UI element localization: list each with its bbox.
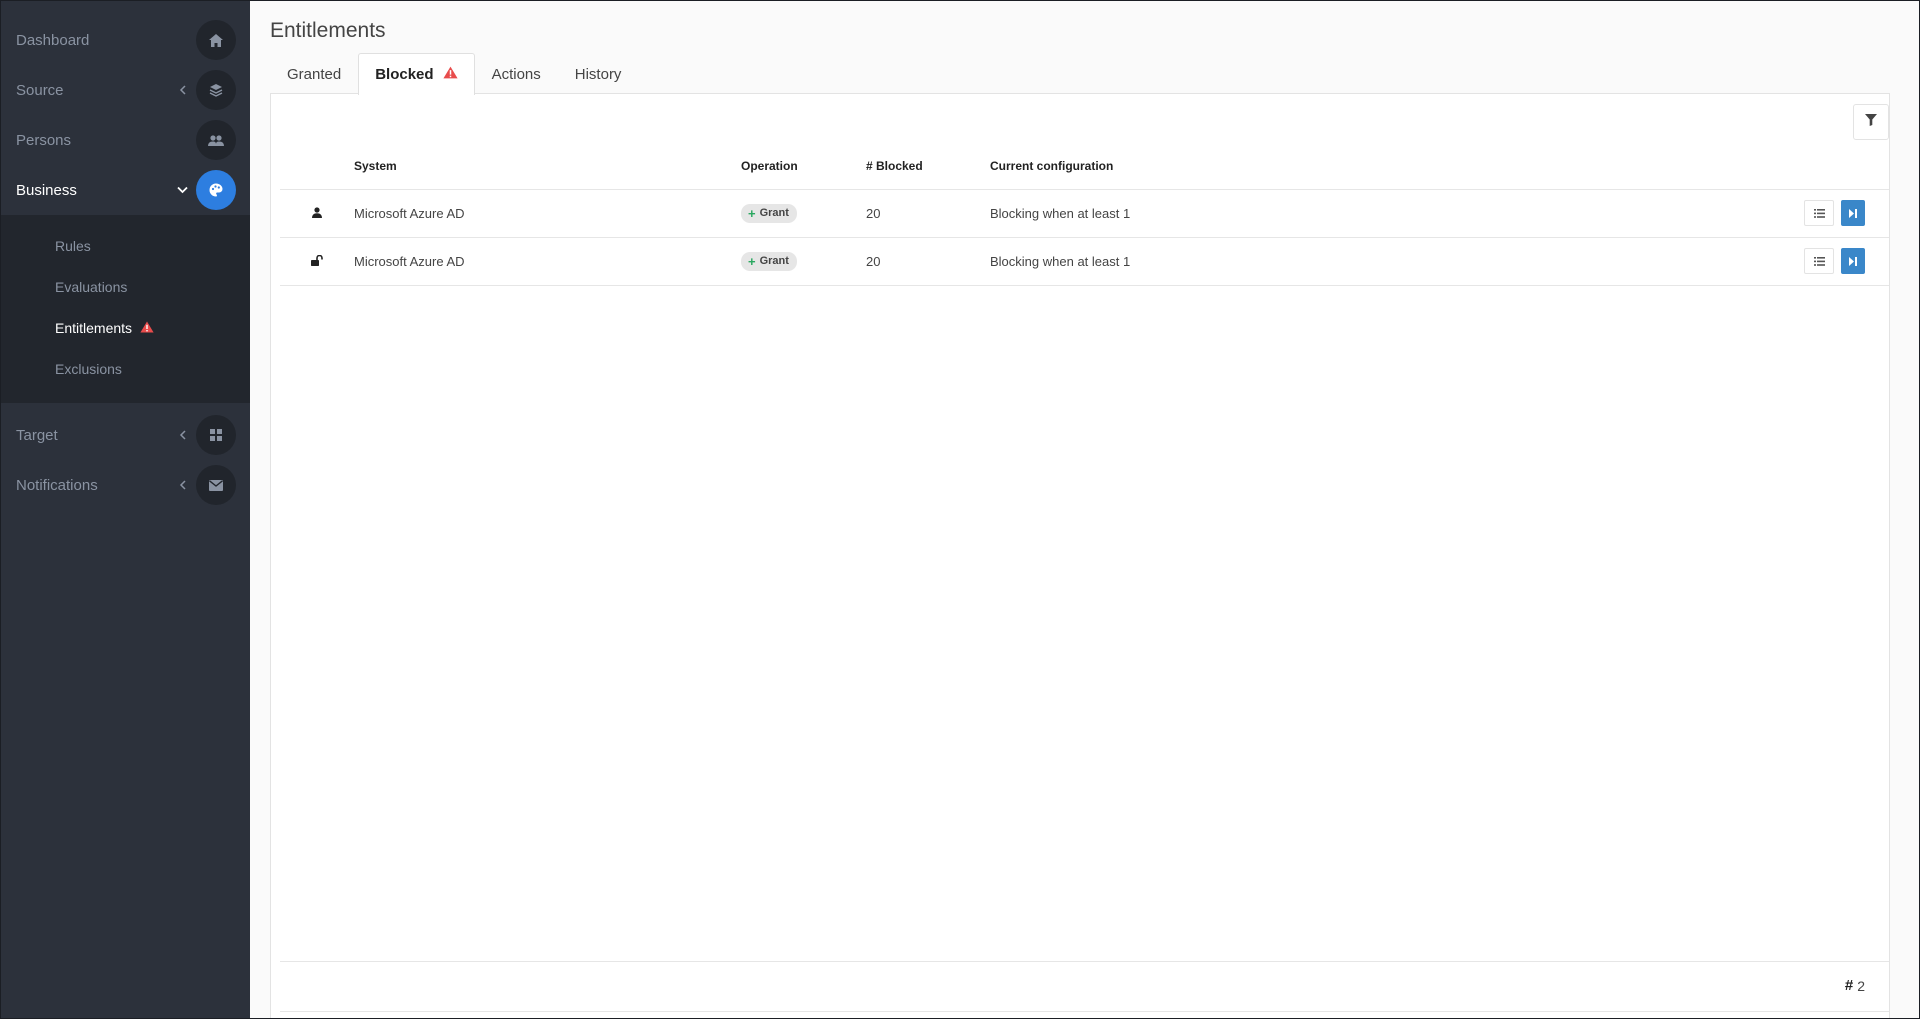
tab-actions[interactable]: Actions [475, 53, 558, 94]
tab-label: Blocked [375, 66, 434, 83]
sidebar-item-source[interactable]: Source [0, 65, 250, 115]
sidebar: Dashboard Source Persons Business Rules [0, 0, 250, 1019]
table-row: Microsoft Azure AD + Grant 20 Blocking w… [280, 237, 1889, 286]
blocked-table: System Operation # Blocked Current confi… [280, 144, 1889, 286]
chevron-left-icon [176, 84, 188, 96]
sidebar-subitem-rules[interactable]: Rules [0, 225, 250, 266]
step-forward-icon [1849, 254, 1857, 269]
sidebar-item-notifications[interactable]: Notifications [0, 460, 250, 510]
tab-bar: Granted Blocked Actions History [270, 53, 1890, 95]
blocked-count-cell: 20 [866, 237, 990, 286]
tab-granted[interactable]: Granted [270, 53, 358, 94]
sidebar-item-target[interactable]: Target [0, 410, 250, 460]
tab-blocked[interactable]: Blocked [358, 53, 475, 95]
badge-label: Grant [759, 207, 789, 219]
sidebar-subitem-evaluations[interactable]: Evaluations [0, 266, 250, 307]
system-cell: Microsoft Azure AD [354, 237, 741, 286]
warning-icon [140, 320, 154, 336]
tab-label: Actions [491, 65, 541, 83]
blocked-table-wrap: System Operation # Blocked Current confi… [280, 144, 1889, 286]
operation-cell: + Grant [741, 237, 866, 286]
table-header-row: System Operation # Blocked Current confi… [280, 144, 1889, 190]
header-config: Current configuration [990, 144, 1789, 190]
tab-label: History [574, 65, 622, 83]
main-content: Entitlements Granted Blocked Actions His… [251, 0, 1920, 1019]
row-count-value: 2 [1857, 977, 1865, 994]
sidebar-item-persons[interactable]: Persons [0, 115, 250, 165]
grid-icon [196, 415, 236, 455]
process-button[interactable] [1841, 248, 1865, 274]
envelope-icon [196, 465, 236, 505]
home-icon [196, 20, 236, 60]
page-title: Entitlements [270, 19, 386, 42]
details-button[interactable] [1804, 200, 1834, 226]
sidebar-subitem-exclusions[interactable]: Exclusions [0, 348, 250, 389]
row-count: # 2 [1845, 977, 1865, 994]
palette-icon [196, 170, 236, 210]
sidebar-subitem-label: Exclusions [55, 360, 122, 377]
header-blocked: # Blocked [866, 144, 990, 190]
config-cell: Blocking when at least 1 [990, 189, 1789, 238]
warning-icon [442, 66, 458, 83]
header-icon [280, 144, 354, 190]
business-submenu: Rules Evaluations Entitlements Exclusion… [0, 215, 250, 403]
users-icon [196, 120, 236, 160]
hash-icon: # [1844, 977, 1854, 994]
sidebar-subitem-label: Rules [55, 237, 91, 254]
user-icon [312, 206, 322, 221]
step-forward-icon [1849, 206, 1857, 221]
plus-icon: + [748, 205, 756, 221]
sidebar-subitem-entitlements[interactable]: Entitlements [0, 307, 250, 348]
tab-history[interactable]: History [558, 53, 639, 94]
sidebar-subitem-label: Evaluations [55, 278, 128, 295]
chevron-left-icon [176, 479, 188, 491]
badge-label: Grant [759, 255, 789, 267]
sidebar-item-business[interactable]: Business [0, 165, 250, 215]
footer-divider [280, 961, 1889, 962]
bottom-divider [280, 1011, 1889, 1012]
list-icon [1813, 254, 1825, 269]
operation-cell: + Grant [741, 189, 866, 238]
filter-icon [1865, 113, 1877, 131]
actions-cell [1789, 189, 1889, 238]
layers-icon [196, 70, 236, 110]
details-button[interactable] [1804, 248, 1834, 274]
blocked-count-cell: 20 [866, 189, 990, 238]
chevron-left-icon [176, 429, 188, 441]
grant-badge: + Grant [741, 251, 797, 271]
chevron-down-icon [176, 184, 188, 196]
filter-button[interactable] [1853, 104, 1889, 140]
sidebar-item-dashboard[interactable]: Dashboard [0, 15, 250, 65]
process-button[interactable] [1841, 200, 1865, 226]
header-actions [1789, 144, 1889, 190]
header-system: System [354, 144, 741, 190]
system-cell: Microsoft Azure AD [354, 189, 741, 238]
tab-label: Granted [287, 65, 342, 83]
config-cell: Blocking when at least 1 [990, 237, 1789, 286]
row-type-cell [280, 189, 354, 238]
row-type-cell [280, 237, 354, 286]
header-operation: Operation [741, 144, 866, 190]
plus-icon: + [748, 253, 756, 269]
blocked-panel: System Operation # Blocked Current confi… [270, 93, 1890, 1019]
list-icon [1813, 206, 1825, 221]
sidebar-subitem-label: Entitlements [55, 319, 133, 336]
unlock-icon [311, 254, 323, 269]
table-row: Microsoft Azure AD + Grant 20 Blocking w… [280, 189, 1889, 238]
actions-cell [1789, 237, 1889, 286]
grant-badge: + Grant [741, 203, 797, 223]
